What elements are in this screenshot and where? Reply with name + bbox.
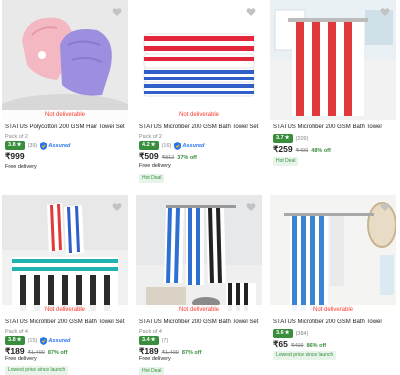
product-title[interactable]: STATUS Microfiber 200 GSM Bath Towel Set bbox=[5, 319, 128, 326]
wishlist-heart-icon[interactable] bbox=[246, 199, 256, 211]
rating-badge: 3.6 ★ bbox=[273, 329, 293, 338]
rating-row: 3.6 ★ (384) bbox=[273, 329, 308, 338]
price: ₹259 bbox=[273, 144, 293, 154]
original-price: ₹499 bbox=[295, 148, 309, 154]
not-deliverable-label: Not deliverable bbox=[136, 110, 262, 121]
star-icon: ★ bbox=[150, 337, 156, 343]
original-price: ₹812 bbox=[161, 155, 175, 161]
pack-size: Pack of 4 bbox=[139, 329, 162, 335]
not-deliverable-label: Not deliverable bbox=[2, 305, 128, 316]
wishlist-heart-icon[interactable] bbox=[380, 4, 390, 16]
product-image[interactable] bbox=[136, 0, 262, 120]
pack-size: Pack of 2 bbox=[5, 134, 28, 140]
rating-badge: 3.8 ★ bbox=[5, 141, 25, 150]
not-deliverable-label: Not deliverable bbox=[270, 305, 396, 316]
assured-badge: Assured bbox=[40, 336, 70, 345]
review-count: (7) bbox=[161, 337, 169, 344]
review-count: (16) bbox=[161, 142, 172, 149]
star-icon: ★ bbox=[284, 330, 290, 336]
product-image[interactable] bbox=[2, 0, 128, 120]
product-card[interactable]: Not deliverable STATUS Microfiber 200 GS… bbox=[2, 195, 128, 375]
price-row: ₹999 bbox=[5, 151, 25, 162]
rating-row: 4.2 ★ (16) Assured bbox=[139, 141, 204, 150]
review-count: (209) bbox=[295, 135, 309, 142]
wishlist-heart-icon[interactable] bbox=[112, 4, 122, 16]
review-count: (39) bbox=[27, 142, 38, 149]
product-image[interactable] bbox=[2, 195, 128, 315]
rating-row: 3.8 ★ (39) Assured bbox=[5, 141, 70, 150]
price: ₹999 bbox=[5, 151, 25, 161]
product-card[interactable]: Not deliverable STATUS Microfiber 200 GS… bbox=[136, 0, 262, 185]
star-icon: ★ bbox=[150, 142, 156, 148]
not-deliverable-label: Not deliverable bbox=[2, 110, 128, 121]
delivery-info: Free delivery bbox=[5, 356, 37, 362]
original-price: ₹499 bbox=[290, 343, 304, 349]
discount: 87% off bbox=[181, 350, 202, 356]
delivery-info: Free delivery bbox=[139, 163, 171, 169]
delivery-info: Free delivery bbox=[5, 164, 37, 170]
assured-badge: Assured bbox=[174, 141, 204, 150]
star-icon: ★ bbox=[284, 135, 290, 141]
star-icon: ★ bbox=[16, 337, 22, 343]
product-card[interactable]: Not deliverable STATUS Polycotton 200 GS… bbox=[2, 0, 128, 185]
rating-row: 3.7 ★ (209) bbox=[273, 134, 308, 143]
wishlist-heart-icon[interactable] bbox=[380, 199, 390, 211]
rating-badge: 3.4 ★ bbox=[139, 336, 159, 345]
product-title[interactable]: STATUS Microfiber 200 GSM Bath Towel Set bbox=[139, 124, 262, 131]
rating-badge: 3.7 ★ bbox=[273, 134, 293, 143]
discount: 48% off bbox=[311, 148, 331, 154]
deal-tag: Lowest price since launch bbox=[273, 351, 337, 360]
rating-row: 3.4 ★ (7) bbox=[139, 336, 168, 345]
product-card[interactable]: STATUS Microfiber 200 GSM Bath Towel 3.7… bbox=[270, 0, 396, 185]
product-image[interactable] bbox=[136, 195, 262, 315]
pack-size: Pack of 2 bbox=[139, 134, 162, 140]
assured-badge: Assured bbox=[40, 141, 70, 150]
deal-tag: Hot Deal bbox=[139, 174, 165, 183]
product-image[interactable] bbox=[270, 195, 396, 315]
pack-size: Pack of 4 bbox=[5, 329, 28, 335]
price-row: ₹65 ₹499 86% off bbox=[273, 339, 326, 350]
review-count: (384) bbox=[295, 330, 309, 337]
rating-badge: 3.8 ★ bbox=[5, 336, 25, 345]
review-count: (15) bbox=[27, 337, 38, 344]
deal-tag: Hot Deal bbox=[273, 157, 299, 166]
discount: 37% off bbox=[177, 155, 197, 161]
deal-tag: Hot Deal bbox=[139, 367, 165, 375]
product-title[interactable]: STATUS Microfiber 200 GSM Bath Towel Set bbox=[139, 319, 262, 326]
assured-icon bbox=[40, 141, 48, 150]
discount: 87% off bbox=[47, 350, 68, 356]
rating-badge: 4.2 ★ bbox=[139, 141, 159, 150]
assured-icon bbox=[174, 141, 182, 150]
not-deliverable-label: Not deliverable bbox=[136, 305, 262, 316]
product-title[interactable]: STATUS Microfiber 200 GSM Bath Towel bbox=[273, 124, 396, 131]
product-card[interactable]: Not deliverable STATUS Microfiber 200 GS… bbox=[136, 195, 262, 375]
price-row: ₹509 ₹812 37% off bbox=[139, 151, 197, 162]
product-image[interactable] bbox=[270, 0, 396, 120]
price: ₹65 bbox=[273, 339, 288, 349]
rating-row: 3.8 ★ (15) Assured bbox=[5, 336, 70, 345]
wishlist-heart-icon[interactable] bbox=[112, 199, 122, 211]
delivery-info: Free delivery bbox=[139, 356, 171, 362]
product-title[interactable]: STATUS Polycotton 200 GSM Hair Towel Set bbox=[5, 124, 128, 131]
star-icon: ★ bbox=[16, 142, 22, 148]
price-row: ₹259 ₹499 48% off bbox=[273, 144, 331, 155]
price: ₹509 bbox=[139, 151, 159, 161]
product-card[interactable]: Not deliverable STATUS Microfiber 200 GS… bbox=[270, 195, 396, 375]
discount: 86% off bbox=[306, 343, 327, 349]
product-title[interactable]: STATUS Microfiber 200 GSM Bath Towel bbox=[273, 319, 396, 326]
wishlist-heart-icon[interactable] bbox=[246, 4, 256, 16]
deal-tag: Lowest price since launch bbox=[5, 366, 69, 375]
assured-icon bbox=[40, 336, 48, 345]
